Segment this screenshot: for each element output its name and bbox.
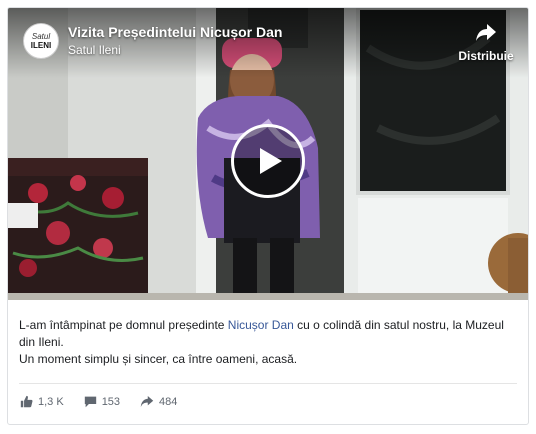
video-post-card: Satul ILENI Vizita Președintelui Nicușor…	[7, 7, 529, 425]
post-text-line2: Un moment simplu și sincer, ca între oam…	[19, 352, 298, 366]
like-icon	[20, 395, 33, 408]
video-player[interactable]: Satul ILENI Vizita Președintelui Nicușor…	[8, 8, 528, 300]
mention-link[interactable]: Nicușor Dan	[228, 318, 294, 332]
share-label: Distribuie	[458, 49, 514, 63]
post-text-line1: L-am întâmpinat pe domnul președinte Nic…	[19, 317, 519, 351]
avatar-text-line1: Satul	[31, 31, 51, 41]
comments-stat[interactable]: 153	[84, 395, 120, 408]
engagement-stats: 1,3 K 153 484	[20, 395, 197, 408]
avatar-text-line2: ILENI	[30, 40, 52, 50]
post-text-before-link: L-am întâmpinat pe domnul președinte	[19, 318, 228, 332]
share-arrow-icon	[140, 396, 154, 407]
play-button[interactable]	[231, 124, 305, 198]
comments-count: 153	[101, 395, 121, 408]
shares-count: 484	[159, 395, 178, 408]
likes-count: 1,3 K	[38, 395, 64, 408]
post-description: L-am întâmpinat pe domnul președinte Nic…	[19, 317, 519, 368]
share-icon	[476, 24, 496, 41]
shares-stat[interactable]: 484	[140, 395, 177, 408]
page-avatar[interactable]: Satul ILENI	[23, 23, 59, 59]
play-icon	[260, 148, 282, 174]
divider	[19, 383, 517, 384]
page-name-link[interactable]: Satul Ileni	[68, 43, 121, 57]
comment-icon	[84, 396, 96, 408]
share-button[interactable]: Distribuie	[456, 22, 516, 66]
likes-stat[interactable]: 1,3 K	[20, 395, 64, 408]
video-title[interactable]: Vizita Președintelui Nicușor Dan	[68, 24, 282, 40]
